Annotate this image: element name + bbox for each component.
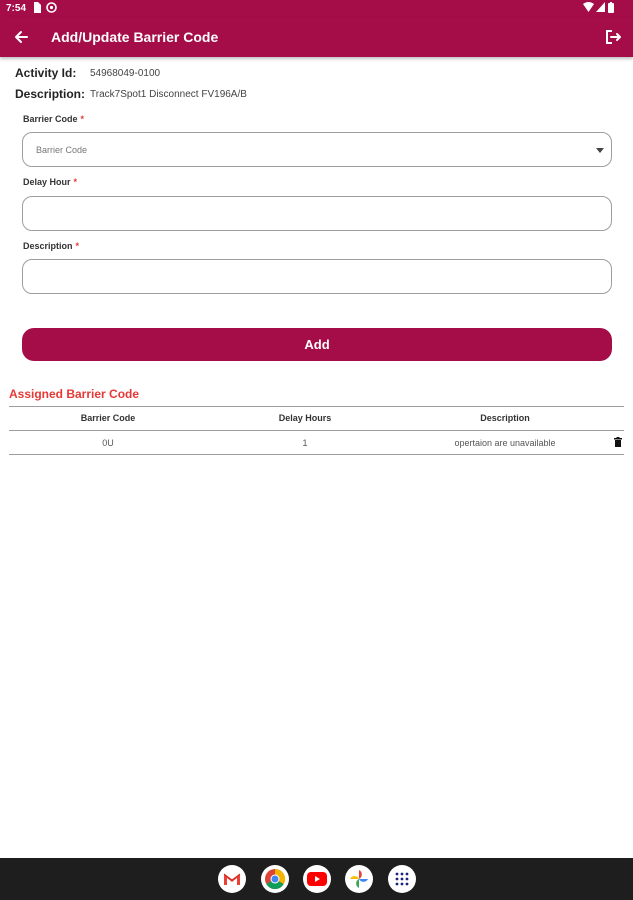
barrier-code-label-text: Barrier Code	[23, 114, 78, 124]
barrier-code-field-label: Barrier Code *	[23, 114, 84, 124]
column-header-delay-hours: Delay Hours	[278, 413, 332, 423]
delay-hour-label-text: Delay Hour	[23, 177, 71, 187]
page-title: Add/Update Barrier Code	[51, 29, 219, 45]
activity-id-label: Activity Id:	[15, 66, 77, 80]
signal-icon	[596, 2, 605, 12]
activity-id-value: 54968049-0100	[90, 68, 161, 79]
description-label: Description:	[15, 87, 86, 101]
required-mark: *	[75, 241, 80, 251]
photos-icon[interactable]	[345, 865, 373, 893]
back-arrow-icon[interactable]	[12, 28, 30, 46]
logout-icon[interactable]	[604, 28, 622, 46]
required-mark: *	[80, 114, 85, 124]
barrier-code-placeholder: Barrier Code	[36, 145, 88, 155]
chrome-icon[interactable]	[261, 865, 289, 893]
column-header-barrier-code: Barrier Code	[80, 413, 136, 423]
description-input[interactable]	[22, 259, 612, 294]
table-top-divider	[9, 406, 624, 407]
column-header-description: Description	[480, 413, 530, 423]
delay-hour-field-label: Delay Hour *	[23, 177, 77, 187]
app-drawer-icon[interactable]	[388, 865, 416, 893]
wifi-icon	[583, 2, 594, 12]
table-bottom-divider	[9, 454, 624, 455]
status-bar: 7:54	[0, 0, 633, 17]
cell-description: opertaion are unavailable	[454, 438, 556, 448]
app-bar: Add/Update Barrier Code	[0, 17, 633, 57]
description-field-label: Description *	[23, 241, 79, 251]
cell-delay-hours: 1	[302, 438, 308, 448]
status-time: 7:54	[6, 3, 27, 14]
description-value: Track7Spot1 Disconnect FV196A/B	[90, 89, 247, 100]
delay-hour-input[interactable]	[22, 196, 612, 231]
assigned-barrier-code-title: Assigned Barrier Code	[9, 387, 140, 401]
youtube-icon[interactable]	[303, 865, 331, 893]
add-button[interactable]: Add	[22, 328, 612, 361]
system-dock	[0, 858, 633, 900]
notification-icon	[46, 2, 57, 13]
dropdown-arrow-icon	[596, 148, 604, 153]
battery-icon	[608, 2, 614, 13]
gmail-icon[interactable]	[218, 865, 246, 893]
delete-icon[interactable]	[614, 437, 622, 447]
table-header-divider	[9, 430, 624, 431]
cell-barrier-code: 0U	[102, 438, 114, 448]
description-label-text: Description	[23, 241, 73, 251]
sim-card-icon	[34, 2, 41, 13]
required-mark: *	[73, 177, 78, 187]
barrier-code-dropdown[interactable]: Barrier Code	[22, 132, 612, 167]
